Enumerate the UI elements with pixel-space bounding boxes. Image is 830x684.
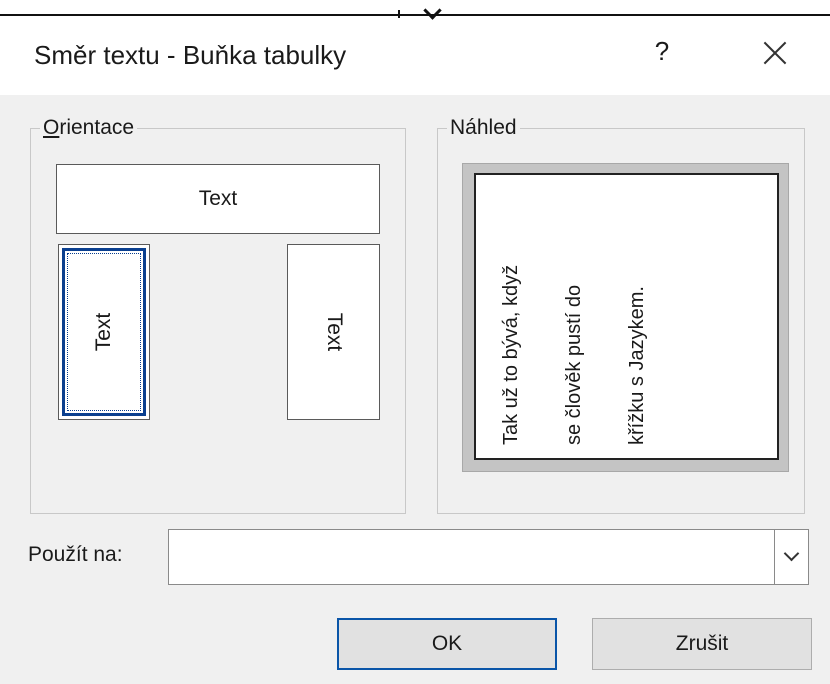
orientation-label: Orientace	[40, 116, 137, 140]
preview-line: Tak už to bývá, když	[500, 264, 522, 445]
orientation-bottom-to-top-label: Text	[92, 312, 115, 352]
orientation-label-rest: rientace	[59, 116, 135, 139]
close-icon[interactable]	[758, 36, 792, 70]
chevron-down-icon[interactable]	[774, 530, 808, 584]
document-background-strip	[0, 0, 830, 20]
document-tick-mark	[398, 10, 400, 18]
orientation-bottom-to-top-option[interactable]: Text	[58, 244, 150, 420]
apply-to-select[interactable]	[168, 529, 809, 585]
document-border-line	[0, 14, 830, 16]
apply-to-label: Použít na:	[28, 543, 123, 566]
preview-line: křížku s Jazykem.	[626, 286, 648, 445]
ok-button[interactable]: OK	[337, 618, 557, 670]
orientation-top-to-bottom-option[interactable]: Text	[287, 244, 380, 420]
orientation-horizontal-label: Text	[198, 187, 238, 210]
dialog-title: Směr textu - Buňka tabulky	[34, 40, 347, 70]
orientation-label-accelerator: O	[43, 116, 60, 139]
orientation-horizontal-option[interactable]: Text	[56, 164, 380, 234]
orientation-top-to-bottom-label: Text	[322, 312, 346, 352]
help-button[interactable]: ?	[650, 36, 674, 67]
cancel-button[interactable]: Zrušit	[592, 618, 812, 670]
preview-label: Náhled	[450, 116, 517, 139]
preview-line: se člověk pustí do	[563, 284, 585, 445]
